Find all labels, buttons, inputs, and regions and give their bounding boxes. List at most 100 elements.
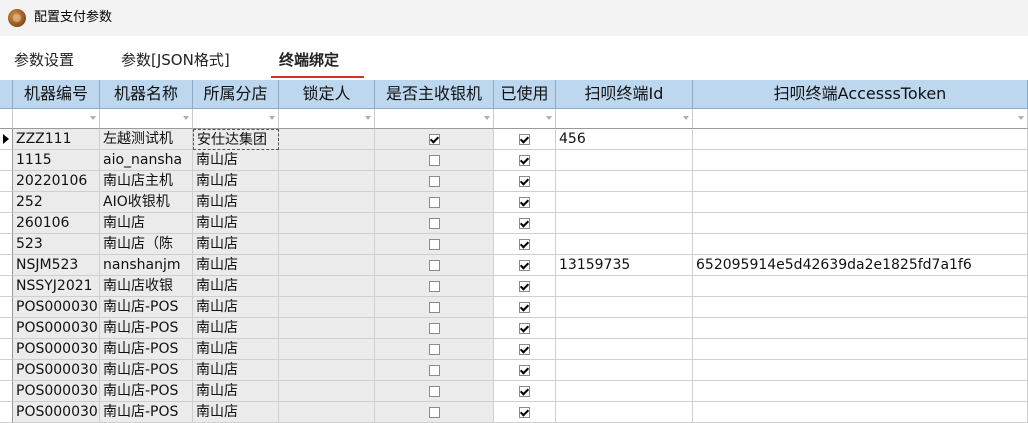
unchecked-checkbox[interactable] [428,281,440,292]
cell-store[interactable]: 南山店 [193,234,279,255]
cell-is-main-cashier[interactable] [375,213,494,234]
cell-terminal-id[interactable]: 13159735 [556,255,693,276]
cell-locker[interactable] [279,381,375,402]
column-header-machine-id[interactable]: 机器编号 [13,80,100,109]
row-header[interactable] [0,297,13,318]
filter-terminal-id[interactable] [556,109,693,129]
cell-locker[interactable] [279,276,375,297]
row-header[interactable] [0,171,13,192]
cell-used[interactable] [494,213,556,234]
table-row[interactable]: ZZZ111 左越测试机 安仕达集团 456 [0,129,1028,150]
row-header[interactable] [0,381,13,402]
cell-used[interactable] [494,234,556,255]
cell-terminal-id[interactable] [556,234,693,255]
cell-used[interactable] [494,381,556,402]
cell-used[interactable] [494,297,556,318]
cell-locker[interactable] [279,339,375,360]
cell-used[interactable] [494,318,556,339]
cell-is-main-cashier[interactable] [375,297,494,318]
cell-locker[interactable] [279,213,375,234]
cell-is-main-cashier[interactable] [375,234,494,255]
cell-machine-name[interactable]: nanshanjm [100,255,193,276]
cell-machine-name[interactable]: 南山店-POS [100,360,193,381]
cell-access-token[interactable] [693,381,1028,402]
cell-terminal-id[interactable] [556,297,693,318]
cell-machine-id[interactable]: NSSYJ2021 [13,276,100,297]
cell-is-main-cashier[interactable] [375,171,494,192]
cell-access-token[interactable] [693,129,1028,150]
cell-used[interactable] [494,150,556,171]
cell-machine-id[interactable]: 523 [13,234,100,255]
cell-locker[interactable] [279,255,375,276]
cell-machine-name[interactable]: 南山店主机 [100,171,193,192]
cell-is-main-cashier[interactable] [375,318,494,339]
cell-used[interactable] [494,255,556,276]
cell-machine-id[interactable]: 252 [13,192,100,213]
cell-machine-id[interactable]: POS000030 [13,381,100,402]
cell-machine-name[interactable]: 南山店-POS [100,297,193,318]
row-header[interactable] [0,402,13,423]
cell-machine-id[interactable]: POS000030 [13,339,100,360]
cell-store[interactable]: 南山店 [193,171,279,192]
cell-used[interactable] [494,276,556,297]
table-row[interactable]: 260106 南山店 南山店 [0,213,1028,234]
cell-machine-id[interactable]: POS000030 [13,318,100,339]
unchecked-checkbox[interactable] [428,386,440,397]
cell-machine-id[interactable]: POS000030 [13,402,100,423]
cell-machine-id[interactable]: POS000030 [13,360,100,381]
table-row[interactable]: POS000030 南山店-POS 南山店 [0,381,1028,402]
cell-terminal-id[interactable] [556,381,693,402]
row-header[interactable] [0,213,13,234]
cell-locker[interactable] [279,192,375,213]
cell-access-token[interactable]: 652095914e5d42639da2e1825fd7a1f6 [693,255,1028,276]
table-row[interactable]: 523 南山店（陈 南山店 [0,234,1028,255]
cell-access-token[interactable] [693,360,1028,381]
cell-machine-name[interactable]: 南山店收银 [100,276,193,297]
row-header[interactable] [0,255,13,276]
table-row[interactable]: 20220106 南山店主机 南山店 [0,171,1028,192]
cell-machine-name[interactable]: 南山店（陈 [100,234,193,255]
cell-machine-id[interactable]: POS000030 [13,297,100,318]
cell-is-main-cashier[interactable] [375,150,494,171]
cell-store[interactable]: 南山店 [193,297,279,318]
cell-terminal-id[interactable] [556,402,693,423]
cell-machine-id[interactable]: 1115 [13,150,100,171]
row-header[interactable] [0,150,13,171]
cell-store[interactable]: 南山店 [193,318,279,339]
checked-checkbox[interactable] [519,302,530,313]
cell-terminal-id[interactable] [556,192,693,213]
filter-is-main-cashier[interactable] [375,109,494,129]
cell-is-main-cashier[interactable] [375,360,494,381]
filter-used[interactable] [494,109,556,129]
checked-checkbox[interactable] [519,407,530,418]
unchecked-checkbox[interactable] [428,407,440,418]
cell-access-token[interactable] [693,171,1028,192]
table-row[interactable]: POS000030 南山店-POS 南山店 [0,318,1028,339]
filter-machine-id[interactable] [13,109,100,129]
cell-machine-name[interactable]: 南山店-POS [100,339,193,360]
cell-machine-name[interactable]: AIO收银机 [100,192,193,213]
table-row[interactable]: POS000030 南山店-POS 南山店 [0,402,1028,423]
cell-access-token[interactable] [693,402,1028,423]
cell-locker[interactable] [279,297,375,318]
row-header[interactable] [0,318,13,339]
cell-locker[interactable] [279,318,375,339]
tab-params[interactable]: 参数设置 [14,50,74,70]
cell-used[interactable] [494,360,556,381]
checked-checkbox[interactable] [428,134,440,145]
row-header[interactable] [0,276,13,297]
cell-is-main-cashier[interactable] [375,381,494,402]
column-header-is-main-cashier[interactable]: 是否主收银机 [375,80,494,109]
checked-checkbox[interactable] [519,134,530,145]
filter-locker[interactable] [279,109,375,129]
cell-machine-id[interactable]: 20220106 [13,171,100,192]
cell-store[interactable]: 南山店 [193,402,279,423]
cell-access-token[interactable] [693,192,1028,213]
cell-machine-name[interactable]: 南山店-POS [100,381,193,402]
column-header-machine-name[interactable]: 机器名称 [100,80,193,109]
checked-checkbox[interactable] [519,218,530,229]
cell-machine-name[interactable]: 南山店-POS [100,402,193,423]
cell-access-token[interactable] [693,276,1028,297]
cell-locker[interactable] [279,402,375,423]
table-row[interactable]: NSSYJ2021 南山店收银 南山店 [0,276,1028,297]
